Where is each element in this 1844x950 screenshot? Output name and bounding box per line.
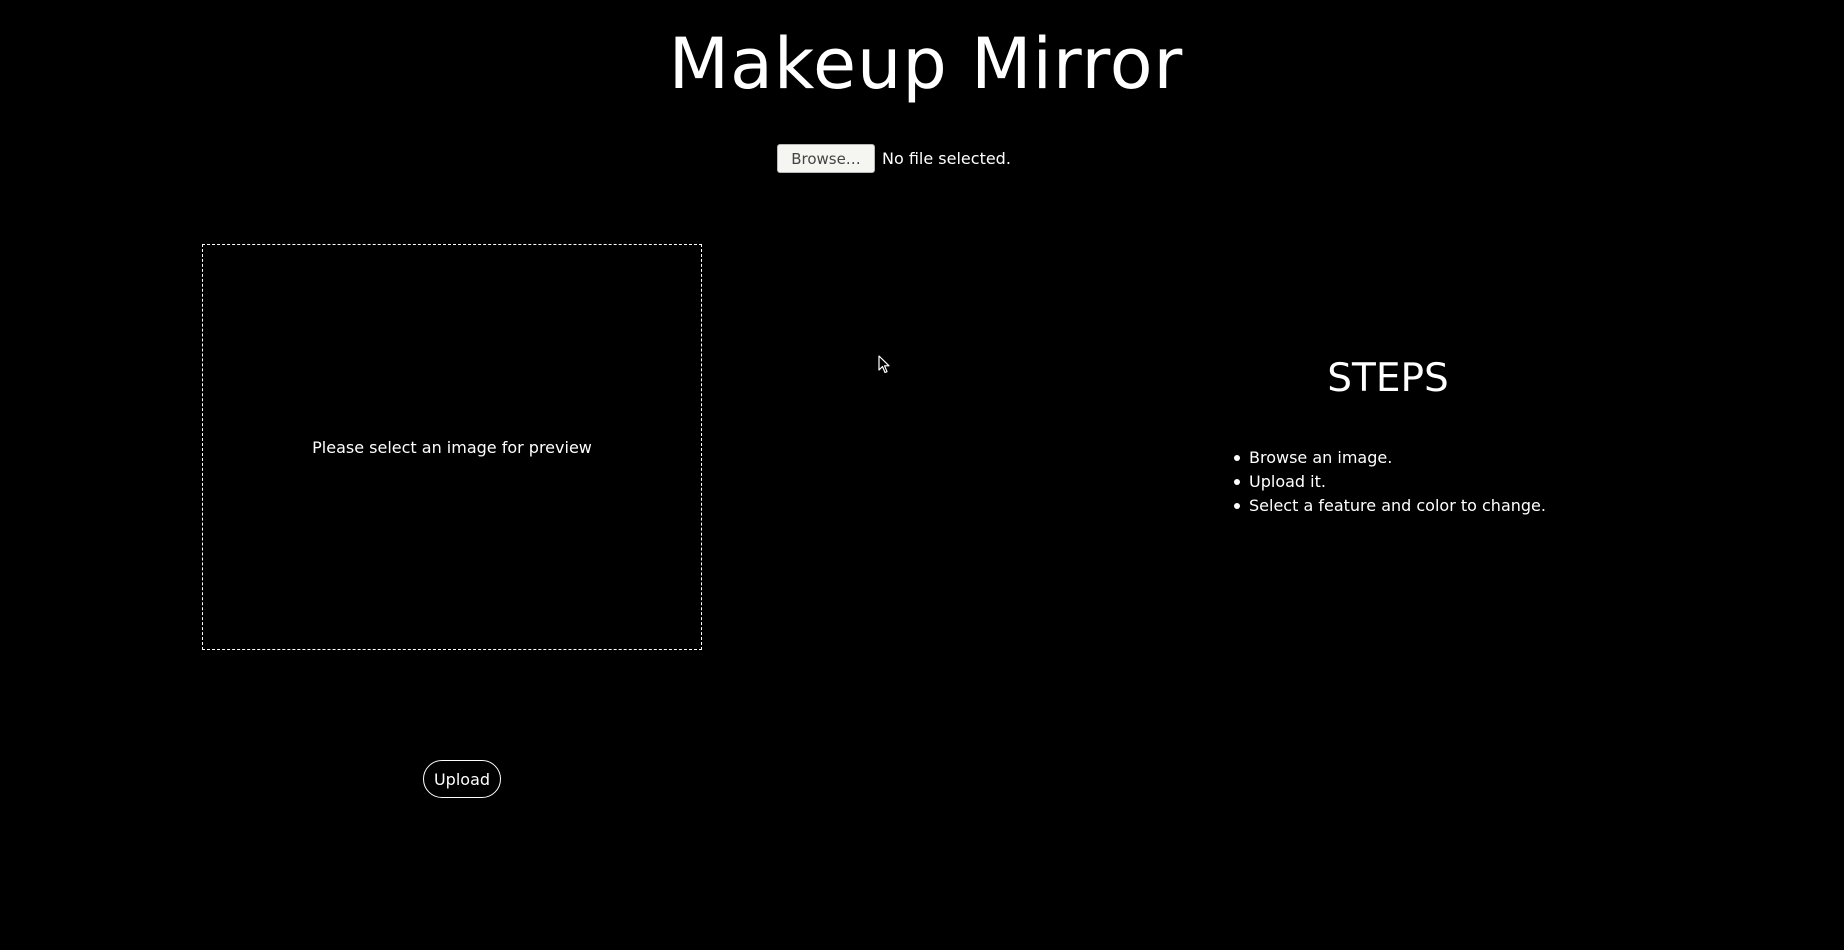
file-status-text: No file selected.: [882, 149, 1011, 168]
bullet-icon: [1234, 479, 1240, 485]
steps-title: STEPS: [1327, 356, 1449, 401]
browse-button[interactable]: Browse…: [777, 144, 875, 173]
steps-list: Browse an image. Upload it. Select a fea…: [1234, 446, 1546, 518]
preview-placeholder-text: Please select an image for preview: [312, 437, 592, 457]
bullet-icon: [1234, 455, 1240, 461]
step-text: Select a feature and color to change.: [1249, 496, 1546, 515]
file-input[interactable]: Browse… No file selected.: [777, 144, 1011, 173]
mouse-pointer-icon: [878, 355, 890, 374]
step-item: Select a feature and color to change.: [1234, 494, 1546, 518]
bullet-icon: [1234, 503, 1240, 509]
page-title: Makeup Mirror: [668, 23, 1184, 105]
step-text: Upload it.: [1249, 472, 1326, 491]
upload-button[interactable]: Upload: [423, 760, 501, 798]
page: Makeup Mirror Browse… No file selected. …: [0, 0, 1844, 950]
image-preview-area: Please select an image for preview: [202, 244, 702, 650]
step-item: Browse an image.: [1234, 446, 1546, 470]
step-item: Upload it.: [1234, 470, 1546, 494]
step-text: Browse an image.: [1249, 448, 1393, 467]
